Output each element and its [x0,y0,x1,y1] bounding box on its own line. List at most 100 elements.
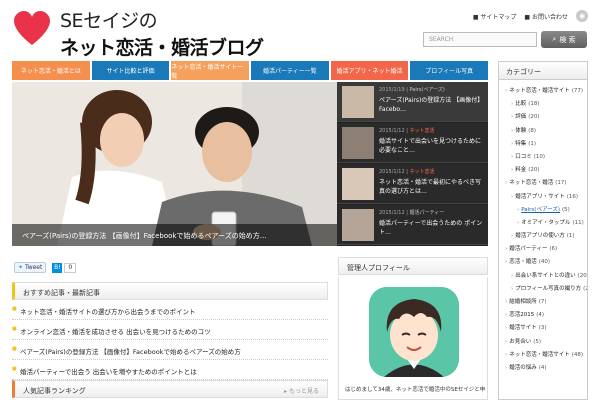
hatena-bookmark-button[interactable]: B! 0 [52,262,77,273]
nav-item-apps[interactable]: 婚活アプリ・ネット婚活 [330,61,409,80]
category-label: 特集 [515,140,527,147]
category-label: 婚活の悩み [509,364,537,371]
category-label: お見合い [509,338,532,345]
search-button-label: 検 索 [559,35,576,44]
search-icon: ⌕ [552,35,557,43]
global-nav: ネット恋活・婚活とは サイト比較と評価 ネット恋活・婚活サイト一覧 婚活パーティ… [12,61,489,80]
chevron-right-icon: › [505,364,508,371]
slide-thumbnail [342,127,374,159]
list-item[interactable]: ネット恋活・婚活サイトの選び方から出会うまでのポイント [12,300,328,320]
category-count: (77) [571,88,584,94]
category-label: Pairs(ペアーズ) [521,206,560,213]
sidebar-category-item[interactable]: › ネット恋活・婚活 (17) [499,178,587,191]
sidebar-category-item[interactable]: › 料金 (20) [499,165,587,178]
category-count: (3) [538,325,547,332]
chevron-right-icon: › [511,114,514,121]
chevron-right-icon: › [511,153,514,160]
category-label: 料金 [515,167,527,174]
category-label: 婚活アプリの使い方 [515,233,565,240]
sidebar-category-item[interactable]: › お見合い (5) [499,337,587,350]
recent-section-header: おすすめ記事・最新記事 [12,282,328,300]
avatar[interactable] [369,287,459,377]
search-input[interactable]: SEARCH [423,32,537,47]
category-label: ネット恋活・婚活サイト [509,88,570,94]
chevron-right-icon: › [511,272,514,279]
category-count: (11) [572,219,584,226]
sidebar-category-item[interactable]: › 恋活・婚活 (40) [499,257,587,270]
nav-item-photo[interactable]: プロフィール写真 [410,61,489,80]
category-count: (18) [528,101,540,108]
chevron-right-icon: › [505,338,508,345]
rss-icon[interactable]: ◉ [576,10,588,22]
sidebar-category-item[interactable]: › 婚活アプリ・サイト (16) [499,192,587,205]
site-title-line2[interactable]: ネット恋活・婚活ブログ [60,33,264,60]
sidebar-category-item[interactable]: › 結婚相談所 (7) [499,297,587,310]
slide-item[interactable]: 2015/1/12 | ネット恋活 婚活サイトで出会いを見つけるために必要なこと… [337,123,488,163]
sidebar-category-item[interactable]: › 出会い系サイトとの違い (20) [499,271,587,284]
chevron-right-icon: › [517,206,520,213]
category-label: ネット恋活・婚活 [509,180,554,187]
sidebar-category-item[interactable]: › 体験 (8) [499,126,587,139]
sidebar-category-item[interactable]: › Pairs(ペアーズ) (5) [499,205,587,218]
nav-item-compare[interactable]: サイト比較と評価 [91,61,170,80]
nav-item-about[interactable]: ネット恋活・婚活とは [12,61,90,80]
category-count: (4) [536,312,544,319]
nav-item-party[interactable]: 婚活パーティー一覧 [251,61,329,80]
sidebar-category-item[interactable]: › 婚活の悩み (4) [499,363,587,376]
hero-caption[interactable]: ペアーズ(Pairs)の登録方法 【画像付】Facebookで始めるペアーズの始… [12,224,337,246]
popular-section-header: 人気記事ランキング ▸ もっと見る [12,380,328,398]
category-label: 比較 [515,101,527,108]
slide-item[interactable]: 2015/1/12 | ネット恋活 ネット恋活・婚活で最初にやるべき写真の選び方… [337,164,488,204]
category-label: プロフィール写真の撮り方 [515,285,582,292]
category-count: (5) [562,206,570,213]
sidebar-category-item[interactable]: › 婚活アプリの使い方 (1) [499,231,587,244]
site-title-line1[interactable]: SEセイジの [60,6,158,33]
slide-thumbnail [342,86,374,118]
list-item[interactable]: ペアーズ(Pairs)の登録方法 【画像付】Facebookで始めるペアーズの始… [12,340,328,360]
slide-title: 婚活パーティーで出会うための ポイント… [379,220,483,236]
hero-image[interactable]: ペアーズ(Pairs)の登録方法 【画像付】Facebookで始めるペアーズの始… [12,82,337,246]
chevron-right-icon: › [511,101,514,108]
sidebar-category-item[interactable]: › ネット恋活・婚活サイト (77) [499,86,587,99]
sidebar-category-item[interactable]: › 比較 (18) [499,99,587,112]
sitemap-link[interactable]: ■ サイトマップ [473,12,517,21]
category-count: (4) [538,364,547,371]
list-item[interactable]: 婚活パーティーで出会う 出会いを増やすためのポイントとは [12,360,328,380]
sidebar-category-item[interactable]: › 口コミ (10) [499,152,587,165]
contact-link[interactable]: ■ お問い合わせ [524,12,568,21]
sidebar-category-item[interactable]: › オミアイ・タップル (11) [499,218,587,231]
sidebar-category-item[interactable]: › 婚活パーティー (6) [499,244,587,257]
sidebar-category-item[interactable]: › 婚活サイト (3) [499,323,587,336]
tweet-button[interactable]: ✦ Tweet [14,262,47,273]
profile-title: 管理人プロフィール [347,264,410,272]
slide-item[interactable]: 2015/1/12 | 婚活パーティー 婚活パーティーで出会うための ポイント… [337,205,488,245]
sidebar-category-item[interactable]: › ネット恋活・婚活サイト (48) [499,350,587,363]
category-label: 体験 [515,127,527,134]
search-button[interactable]: ⌕ 検 索 [541,31,587,48]
top-links: ■ サイトマップ ■ お問い合わせ ◉ [473,10,588,22]
slide-list: 2015/1/19 | Pairs(ペアーズ) ペアーズ(Pairs)の登録方法… [337,82,488,246]
sidebar-category-item[interactable]: › 評価 (20) [499,112,587,125]
slide-item[interactable]: 2015/1/19 | Pairs(ペアーズ) ペアーズ(Pairs)の登録方法… [337,82,488,122]
nav-item-sites[interactable]: ネット恋活・婚活サイト一覧 [171,61,250,80]
recent-section-title: おすすめ記事・最新記事 [23,289,100,297]
sidebar-category-item[interactable]: ›プロフィール写真の撮り方(20) [499,284,587,297]
chevron-right-icon: › [505,299,508,305]
slide-date: 2015/1/12 [379,210,405,216]
category-box: › ネット恋活・婚活サイト (77) › 比較 (18) › 評価 (20) › 体験 (8) › 特集(… [498,80,588,400]
slide-category: ネット恋活 [409,169,435,175]
category-count: (8) [528,127,537,134]
chevron-right-icon: › [505,246,508,253]
heart-logo-icon[interactable] [12,10,52,46]
category-count: (48) [571,351,584,358]
category-title: カテゴリー [506,68,541,76]
category-list: › ネット恋活・婚活サイト (77) › 比較 (18) › 評価 (20) › 体験 (8) › 特集(… [499,80,587,376]
list-item[interactable]: オンライン恋活・婚活を成功させる 出会いを見つけるためのコツ [12,320,328,340]
category-count: (10) [533,153,546,160]
share-buttons: ✦ Tweet B! 0 [14,262,77,273]
sidebar-category-item[interactable]: › 特集 (1) [499,139,587,152]
popular-more-link[interactable]: ▸ もっと見る [284,386,319,395]
chevron-right-icon: › [517,219,520,226]
chevron-right-icon: › [505,259,508,266]
sidebar-category-item[interactable]: › 恋活2015 (4) [499,310,587,323]
